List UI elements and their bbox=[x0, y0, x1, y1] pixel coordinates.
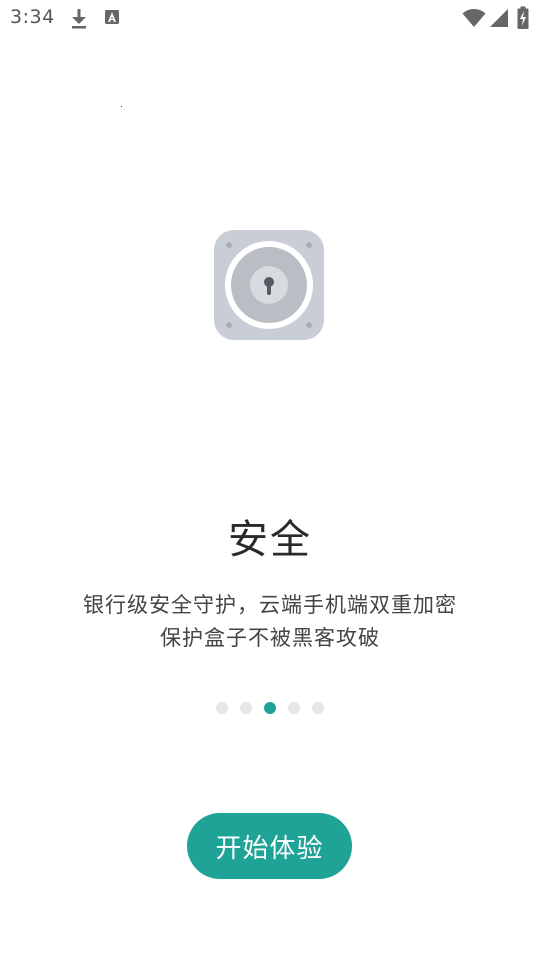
page-dot-1 bbox=[216, 702, 228, 714]
onboarding-screen: 3:34 安全 银行级安全守护，云端手机端双重加密 保护盒子不被黑客攻破 开始体… bbox=[0, 0, 540, 960]
page-dot-2 bbox=[240, 702, 252, 714]
lock-icon bbox=[214, 230, 324, 340]
page-dot-5 bbox=[312, 702, 324, 714]
page-dot-4 bbox=[288, 702, 300, 714]
onboarding-description-line-2: 保护盒子不被黑客攻破 bbox=[160, 626, 380, 650]
status-time: 3:34 bbox=[10, 6, 55, 28]
onboarding-description-line-1: 银行级安全守护，云端手机端双重加密 bbox=[83, 593, 457, 617]
download-icon bbox=[70, 8, 88, 34]
wifi-icon bbox=[462, 8, 486, 32]
start-experience-button[interactable]: 开始体验 bbox=[187, 813, 352, 879]
onboarding-title: 安全 bbox=[228, 517, 312, 563]
page-dot-3-active bbox=[264, 702, 276, 714]
screen-speck bbox=[121, 106, 122, 107]
page-indicator bbox=[0, 701, 540, 715]
text-a-icon bbox=[104, 8, 120, 30]
status-bar: 3:34 bbox=[0, 0, 540, 36]
battery-icon bbox=[517, 6, 529, 34]
signal-icon bbox=[489, 8, 509, 32]
